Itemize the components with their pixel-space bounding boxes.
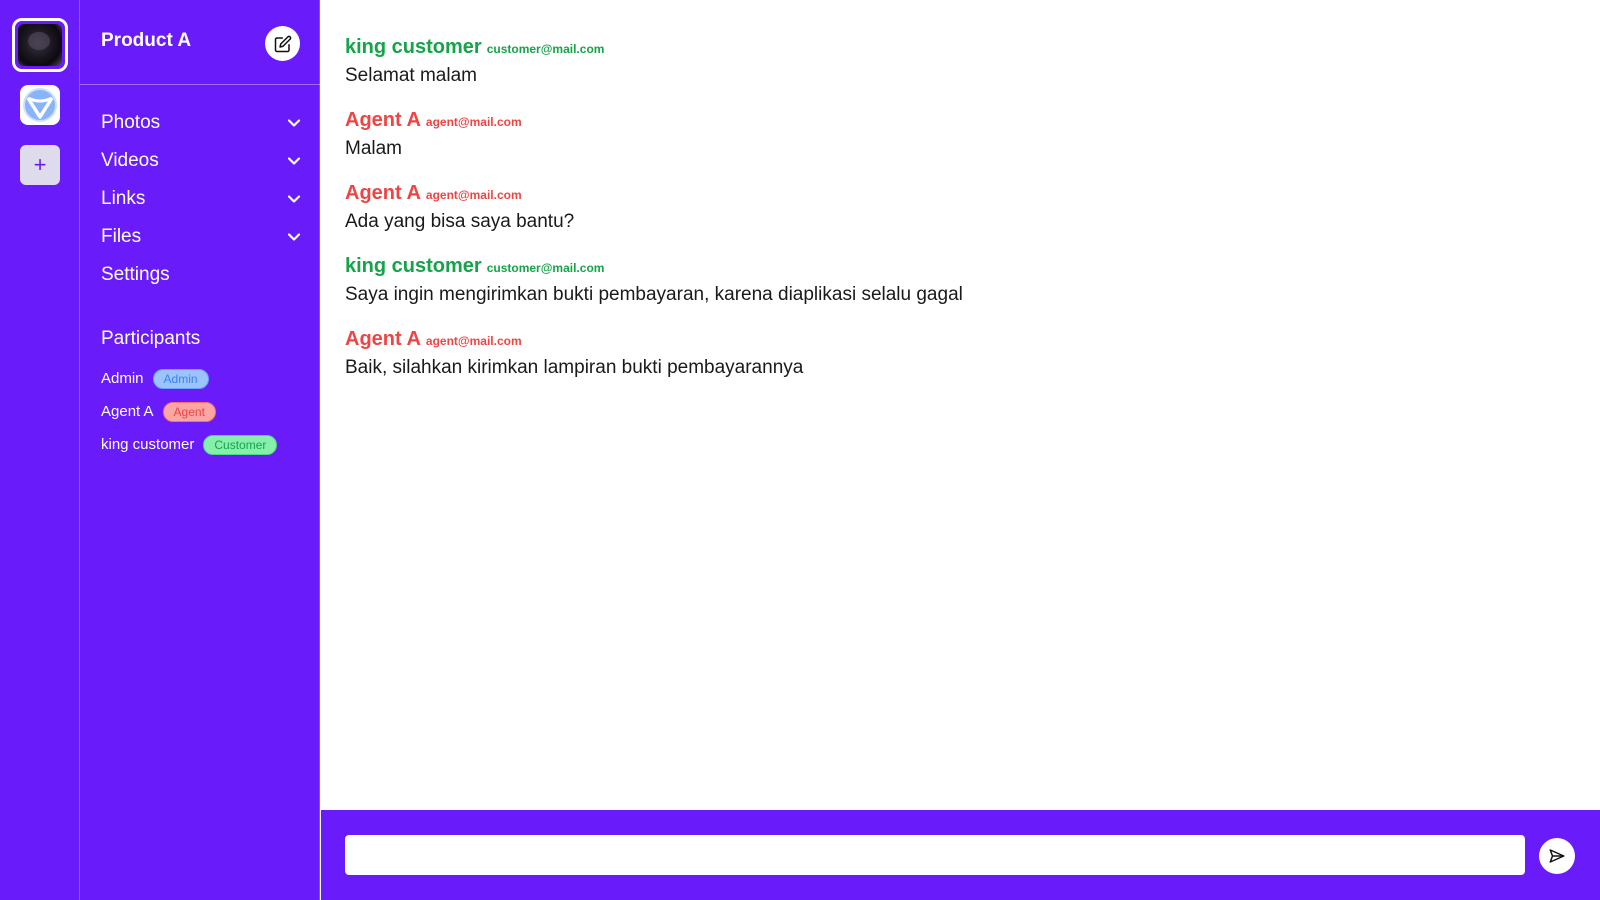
message-sender-email: customer@mail.com (486, 42, 605, 56)
participant-name: Admin (101, 370, 144, 387)
message-text: Saya ingin mengirimkan bukti pembayaran,… (345, 284, 963, 305)
role-badge: Agent (162, 401, 216, 422)
message-sender-email: agent@mail.com (425, 115, 522, 129)
sidebar-header: Product A (80, 0, 320, 85)
edit-button[interactable] (265, 26, 300, 61)
message-text: Malam (345, 138, 403, 159)
message-sender-name: Agent A (345, 182, 421, 204)
message-input[interactable] (345, 835, 1525, 875)
message-item: Agent A agent@mail.com Ada yang bisa say… (345, 182, 963, 233)
sidebar-item-links[interactable]: Links (101, 180, 301, 218)
sidebar-item-settings[interactable]: Settings (101, 256, 301, 294)
message-item: Agent A agent@mail.com Baik, silahkan ki… (345, 328, 963, 379)
sidebar-item-videos[interactable]: Videos (101, 142, 301, 180)
participant-item: king customer Customer (101, 428, 278, 461)
workspace-avatar-icon (18, 24, 62, 66)
message-text: Baik, silahkan kirimkan lampiran bukti p… (345, 357, 804, 378)
message-sender-name: king customer (345, 255, 482, 277)
role-badge: Customer (203, 434, 278, 455)
message-item: king customer customer@mail.com Saya ing… (345, 255, 963, 306)
participants-list: Admin Admin Agent A Agent king customer … (101, 362, 278, 461)
sidebar-item-label: Links (101, 188, 146, 209)
role-badge: Admin (152, 368, 209, 389)
plus-icon: + (33, 152, 47, 177)
message-text: Ada yang bisa saya bantu? (345, 211, 575, 232)
app-logo-icon (23, 88, 57, 122)
message-sender-email: customer@mail.com (486, 261, 605, 275)
participants-heading: Participants (101, 328, 201, 349)
workspace-rail: + (0, 0, 80, 900)
chevron-down-icon (287, 192, 301, 206)
message-sender-name: Agent A (345, 109, 421, 131)
send-button[interactable] (1539, 838, 1575, 874)
sidebar-item-photos[interactable]: Photos (101, 104, 301, 142)
message-item: Agent A agent@mail.com Malam (345, 109, 963, 160)
chevron-down-icon (287, 116, 301, 130)
workspace-avatar-button[interactable] (12, 18, 68, 72)
message-sender-name: Agent A (345, 328, 421, 350)
chevron-down-icon (287, 230, 301, 244)
sidebar-menu: Photos Videos Links Files Settings (101, 104, 301, 294)
sidebar-item-label: Files (101, 226, 142, 247)
channel-title: Product A (101, 30, 192, 51)
participant-item: Admin Admin (101, 362, 277, 395)
sidebar-item-label: Settings (101, 264, 170, 285)
app-logo-button[interactable] (20, 85, 60, 125)
message-sender-email: agent@mail.com (425, 334, 522, 348)
edit-icon (274, 35, 291, 52)
message-sender-email: agent@mail.com (425, 188, 522, 202)
sidebar-item-label: Photos (101, 112, 161, 133)
chevron-down-icon (287, 154, 301, 168)
sidebar-item-files[interactable]: Files (101, 218, 301, 256)
message-sender-name: king customer (345, 36, 482, 58)
message-item: king customer customer@mail.com Selamat … (345, 36, 963, 87)
sidebar: Product A Photos Videos Links Files Sett… (80, 0, 320, 900)
send-icon (1549, 849, 1565, 863)
participant-name: king customer (101, 436, 195, 453)
participant-item: Agent A Agent (101, 395, 277, 428)
add-workspace-button[interactable]: + (20, 145, 60, 185)
message-list: king customer customer@mail.com Selamat … (345, 36, 963, 401)
message-composer (321, 810, 1600, 900)
sidebar-item-label: Videos (101, 150, 159, 171)
message-text: Selamat malam (345, 65, 477, 86)
chat-panel: king customer customer@mail.com Selamat … (321, 0, 1600, 810)
participant-name: Agent A (101, 403, 154, 420)
